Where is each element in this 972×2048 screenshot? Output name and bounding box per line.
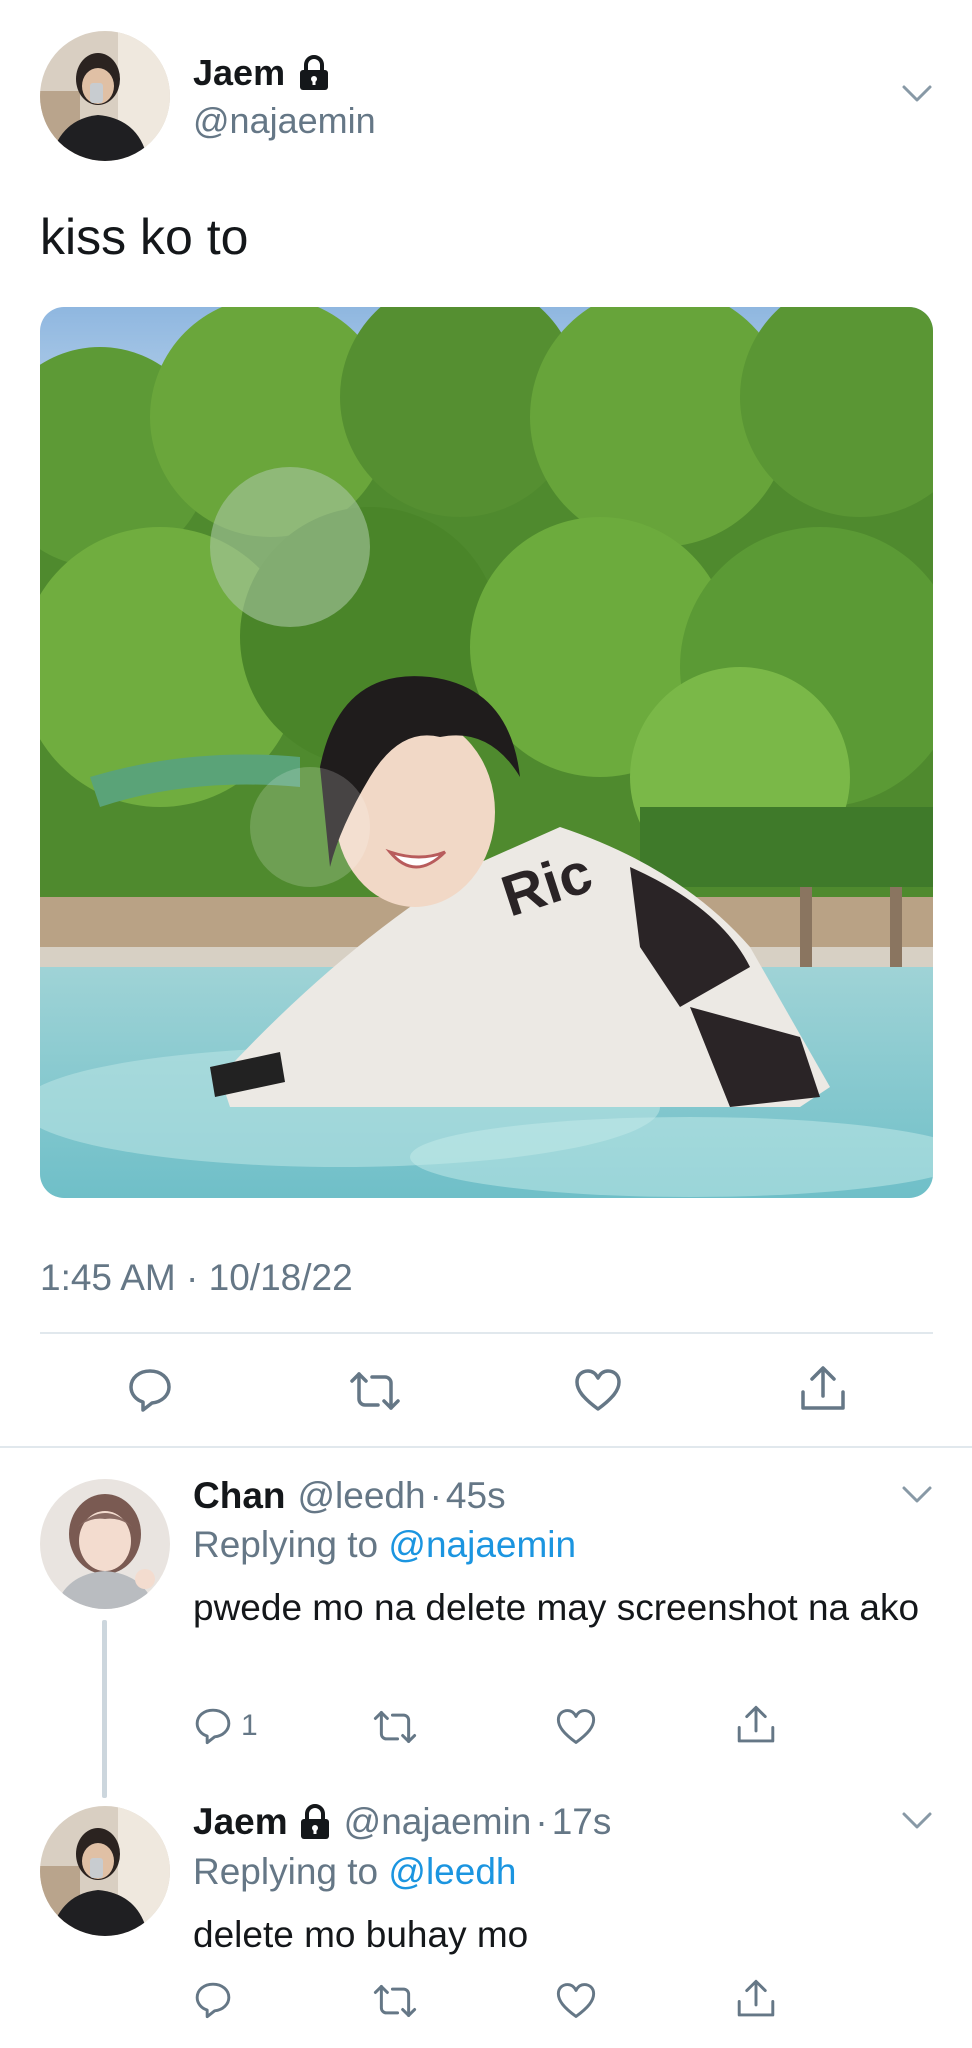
replying-to-label: Replying to [193, 1524, 379, 1565]
replying-to-link[interactable]: @leedh [388, 1851, 516, 1892]
chevron-down-icon[interactable] [901, 1485, 933, 1505]
author-handle[interactable]: @najaemin [344, 1801, 532, 1843]
share-icon[interactable] [798, 1364, 848, 1414]
retweet-icon[interactable] [372, 1982, 418, 2020]
avatar[interactable] [40, 1806, 170, 1936]
avatar[interactable] [40, 31, 170, 161]
reply-time[interactable]: 17s [552, 1801, 612, 1843]
replying-to-link[interactable]: @najaemin [388, 1524, 576, 1565]
chevron-down-icon[interactable] [901, 84, 933, 104]
author-name[interactable]: Jaem [193, 1801, 288, 1843]
reply-count: 1 [241, 1709, 258, 1742]
author-name[interactable]: Chan [193, 1475, 286, 1517]
author-handle[interactable]: @najaemin [193, 100, 376, 142]
author-handle[interactable]: @leedh [298, 1475, 426, 1517]
reply-icon[interactable] [126, 1366, 174, 1414]
avatar[interactable] [40, 1479, 170, 1609]
reply-text: delete mo buhay mo [193, 1914, 529, 1955]
tweet-text: kiss ko to [40, 209, 249, 265]
replying-to-label: Replying to [193, 1851, 379, 1892]
retweet-icon[interactable] [348, 1369, 402, 1413]
divider [40, 1332, 933, 1334]
separator-dot: · [535, 1801, 548, 1842]
tweet-timestamp[interactable]: 1:45 AM · 10/18/22 [40, 1257, 353, 1299]
author-name[interactable]: Jaem [193, 52, 285, 94]
share-icon[interactable] [735, 1704, 777, 1746]
like-icon[interactable] [555, 1981, 597, 2020]
tweet-photo[interactable]: Ric [40, 307, 933, 1198]
reply-time[interactable]: 45s [446, 1475, 506, 1517]
separator-dot: · [429, 1475, 442, 1516]
lock-icon [298, 1804, 332, 1840]
section-divider [0, 1446, 972, 1448]
like-icon[interactable] [573, 1367, 623, 1413]
reply-icon[interactable] [193, 1980, 233, 2020]
reply-icon[interactable]: 1 [193, 1706, 258, 1746]
chevron-down-icon[interactable] [901, 1811, 933, 1831]
retweet-icon[interactable] [372, 1708, 418, 1746]
lock-icon [297, 55, 331, 91]
reply-text: pwede mo na delete may screenshot na ako [193, 1587, 920, 1628]
share-icon[interactable] [735, 1978, 777, 2020]
like-icon[interactable] [555, 1707, 597, 1746]
thread-line [102, 1620, 107, 1798]
